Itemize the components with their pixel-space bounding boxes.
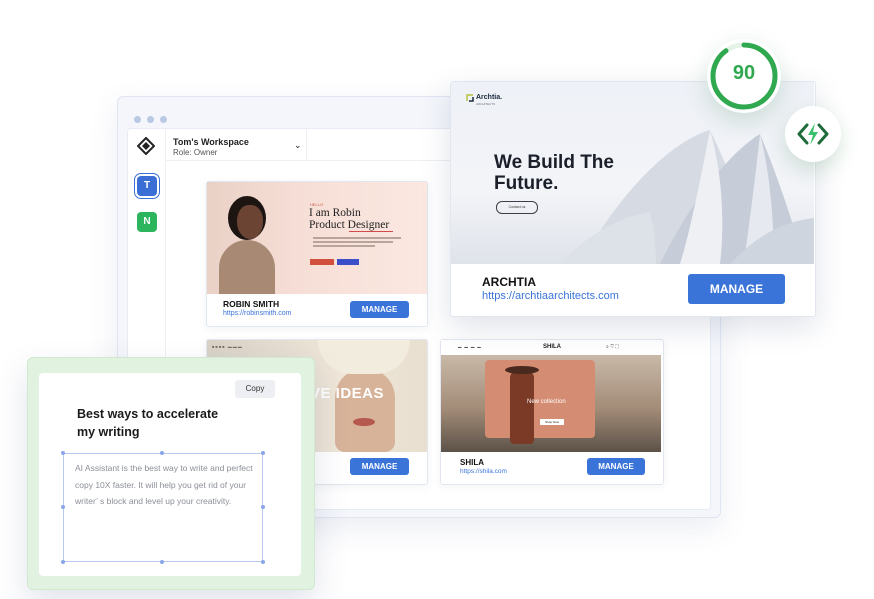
resize-handle[interactable] [160, 560, 164, 564]
hero-paragraph [313, 237, 401, 251]
copy-button[interactable]: Copy [235, 380, 275, 398]
preview-nav-icons: ⌕ ♡ ⛶ [606, 344, 619, 350]
portrait-lips [353, 418, 375, 426]
preview-model-hat [505, 366, 539, 374]
hero-button-secondary [337, 259, 359, 265]
site-url[interactable]: https://shila.com [460, 468, 507, 475]
resize-handle[interactable] [61, 560, 65, 564]
hero-button-primary [310, 259, 334, 265]
site-name: ROBIN SMITH [223, 299, 280, 309]
preview-model [510, 370, 534, 444]
site-name: SHILA [460, 458, 484, 467]
hero-line-1: I am Robin [309, 207, 361, 219]
manage-button[interactable]: MANAGE [587, 458, 645, 475]
portrait-face [237, 205, 263, 239]
archtia-logo-icon [466, 94, 474, 102]
workspace-avatar-t[interactable]: T [137, 176, 157, 196]
preview-nav: ■■■■ ▬▬▬ [212, 344, 243, 349]
preview-logo: SHILA [543, 344, 561, 350]
preview-banner-text: New collection [527, 399, 566, 405]
resize-handle[interactable] [61, 505, 65, 509]
hero-line-2: Future. [494, 173, 559, 194]
lightning-bolt-icon [797, 123, 829, 145]
hero-cta: Contact us [496, 201, 538, 214]
resize-handle[interactable] [261, 560, 265, 564]
resize-handle[interactable] [61, 451, 65, 455]
resize-handle[interactable] [261, 505, 265, 509]
site-url[interactable]: https://robinsmith.com [223, 310, 291, 317]
ai-writer-title: Best ways to accelerate my writing [77, 407, 219, 439]
workspace-avatar-n[interactable]: N [137, 212, 157, 232]
hero-heading: We Build The Future. [494, 152, 614, 194]
chevron-down-icon[interactable]: ⌄ [294, 140, 302, 151]
ai-writer-body[interactable]: AI Assistant is the best way to write an… [75, 460, 260, 510]
window-controls [134, 110, 173, 128]
hero-heading: I am Robin Product Designer [309, 207, 389, 231]
preview-logo: Archtia. [476, 94, 503, 101]
manage-button[interactable]: MANAGE [688, 274, 785, 304]
preview-nav-links: ▬ ▬ ▬ ▬ [458, 345, 481, 349]
resize-handle[interactable] [261, 451, 265, 455]
workspace-role: Role: Owner [173, 148, 218, 157]
manage-button[interactable]: MANAGE [350, 301, 409, 318]
portrait-face [335, 368, 395, 452]
hero-line-1: We Build The [494, 152, 614, 173]
site-name: ARCHTIA [482, 275, 536, 289]
resize-handle[interactable] [160, 451, 164, 455]
performance-score: 90 [732, 62, 756, 84]
workspace-name[interactable]: Tom's Workspace [173, 137, 249, 147]
underline-decoration [349, 231, 393, 232]
preview-banner-button: Shop Now [540, 419, 564, 425]
site-url[interactable]: https://archtiaarchitects.com [482, 290, 619, 302]
portrait-body [219, 240, 275, 294]
app-logo-icon [137, 137, 155, 155]
preview-logo-subtitle: ARCHITECTS [476, 102, 496, 106]
hero-line-2: Product Designer [309, 219, 390, 231]
manage-button[interactable]: MANAGE [350, 458, 409, 475]
divider [306, 128, 307, 160]
hero-heading: VE IDEAS [310, 385, 385, 402]
